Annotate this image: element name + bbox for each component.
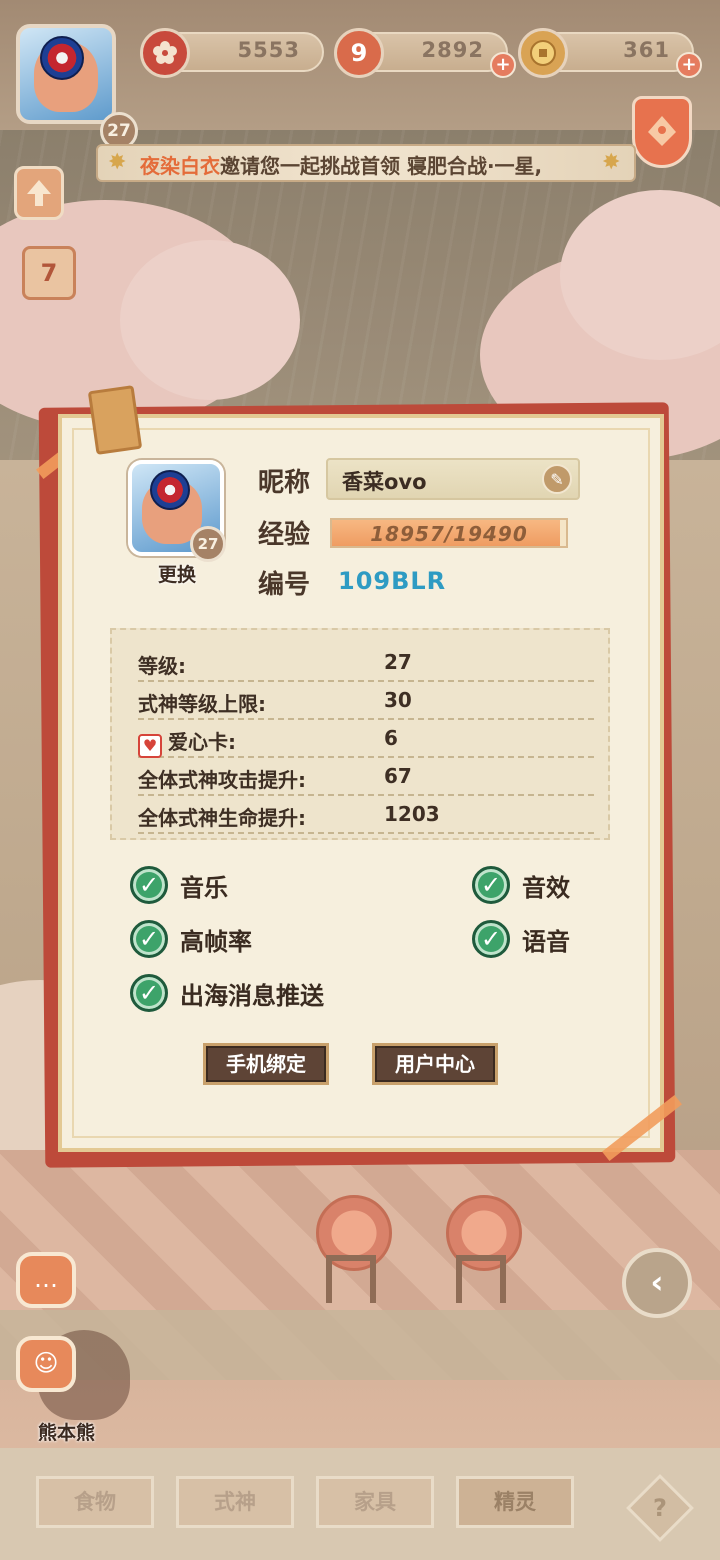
stat-label: 爱心卡: [168,730,236,754]
nickname-field[interactable]: 香菜ovo ✎ [326,458,580,500]
inviter-name: 夜染白衣 [140,154,220,178]
cola-icon [40,36,84,80]
chat-bubble-icon[interactable]: … [16,1252,76,1308]
invite-message: 邀请您一起挑战首领 寝肥合战·一星, [220,154,543,178]
tab-food[interactable]: 食物 [36,1476,154,1528]
exp-progress-bar: 18957/19490 [330,518,568,548]
heart-card-icon: ♥ [138,734,162,758]
cola-icon [150,470,190,510]
plum-flower-icon [140,28,190,78]
star-icon: ✸ [108,150,127,175]
high-fps-label: 高帧率 [180,927,252,956]
avatar-frame [16,24,116,124]
checkmark-icon: ✓ [130,920,168,958]
player-avatar-button[interactable]: 27 [12,20,138,150]
pet-icon[interactable]: ☺ [16,1336,76,1392]
stat-value: 6 [384,726,398,750]
sfx-label: 音效 [522,873,570,902]
player-id: 109BLR [338,567,447,595]
stat-row: 全体式神生命提升: 1203 [138,796,594,834]
nickname-value: 香菜ovo [342,470,427,494]
star-icon: ✸ [602,150,621,175]
flower-count: 5553 [237,38,300,62]
exp-label: 经验 [258,520,311,550]
checkmark-icon: ✓ [472,866,510,904]
stat-row: 全体式神攻击提升: 67 [138,758,594,796]
stats-table: 等级: 27 式神等级上限: 30 ♥ 爱心卡: 6 全体式神攻击提升: 67 全… [110,628,610,840]
arrow-up-icon[interactable] [14,166,64,220]
invite-banner[interactable]: ✸ 夜染白衣邀请您一起挑战首领 寝肥合战·一星, ✸ [96,144,636,182]
stool[interactable] [316,1195,392,1305]
tab-shikigami[interactable]: 式神 [176,1476,294,1528]
push-notification-toggle[interactable]: ✓ 出海消息推送 [130,974,324,1012]
stat-value: 67 [384,764,412,788]
stat-value: 27 [384,650,412,674]
user-center-button[interactable]: 用户中心 [372,1043,498,1085]
bind-phone-button[interactable]: 手机绑定 [203,1043,329,1085]
stat-label: 全体式神攻击提升: [138,768,306,792]
invite-text: 夜染白衣邀请您一起挑战首领 寝肥合战·一星, [140,150,542,179]
edit-pencil-icon[interactable]: ✎ [542,464,572,494]
change-avatar-button[interactable]: 更换 [146,560,208,587]
high-fps-toggle[interactable]: ✓ 高帧率 [130,920,252,958]
voice-label: 语音 [522,927,570,956]
coin-count: 361 [623,38,670,62]
stat-label-with-icon: ♥ 爱心卡: [138,726,236,758]
id-label: 编号 [258,570,311,600]
stat-row: 等级: 27 [138,644,594,682]
wood-tag-decoration [87,385,143,455]
fish-banner-icon[interactable] [632,96,692,168]
stool[interactable] [446,1195,522,1305]
add-magatama-button[interactable]: + [490,52,516,78]
tab-spirit[interactable]: 精灵 [456,1476,574,1528]
flower-currency[interactable]: 5553 [140,28,324,78]
bear-name: 熊本熊 [38,1422,96,1444]
stat-label: 式神等级上限: [138,692,266,716]
push-label: 出海消息推送 [180,981,324,1010]
help-glyph: ? [653,1494,667,1522]
magatama-currency[interactable]: 9 2892 + [334,28,516,78]
stat-row: 式神等级上限: 30 [138,682,594,720]
profile-level-badge: 27 [190,526,226,562]
stat-label: 等级: [138,654,186,678]
checkmark-icon: ✓ [472,920,510,958]
stat-value: 1203 [384,802,440,826]
back-arrow-icon[interactable]: ‹ [622,1248,692,1318]
tab-furniture[interactable]: 家具 [316,1476,434,1528]
coin-currency[interactable]: 361 + [518,28,702,78]
sfx-toggle[interactable]: ✓ 音效 [472,866,570,904]
nickname-label: 昵称 [258,468,311,498]
music-label: 音乐 [180,873,228,902]
stat-value: 30 [384,688,412,712]
add-coin-button[interactable]: + [676,52,702,78]
magatama-count: 2892 [421,38,484,62]
checkmark-icon: ✓ [130,866,168,904]
music-toggle[interactable]: ✓ 音乐 [130,866,228,904]
magatama-icon: 9 [334,28,384,78]
checkmark-icon: ✓ [130,974,168,1012]
coin-icon [518,28,568,78]
exp-value: 18957/19490 [370,522,528,546]
voice-toggle[interactable]: ✓ 语音 [472,920,570,958]
stat-label: 全体式神生命提升: [138,806,306,830]
calendar-icon[interactable]: 7 [22,246,76,300]
cloud [120,240,300,400]
stat-row: ♥ 爱心卡: 6 [138,720,594,758]
